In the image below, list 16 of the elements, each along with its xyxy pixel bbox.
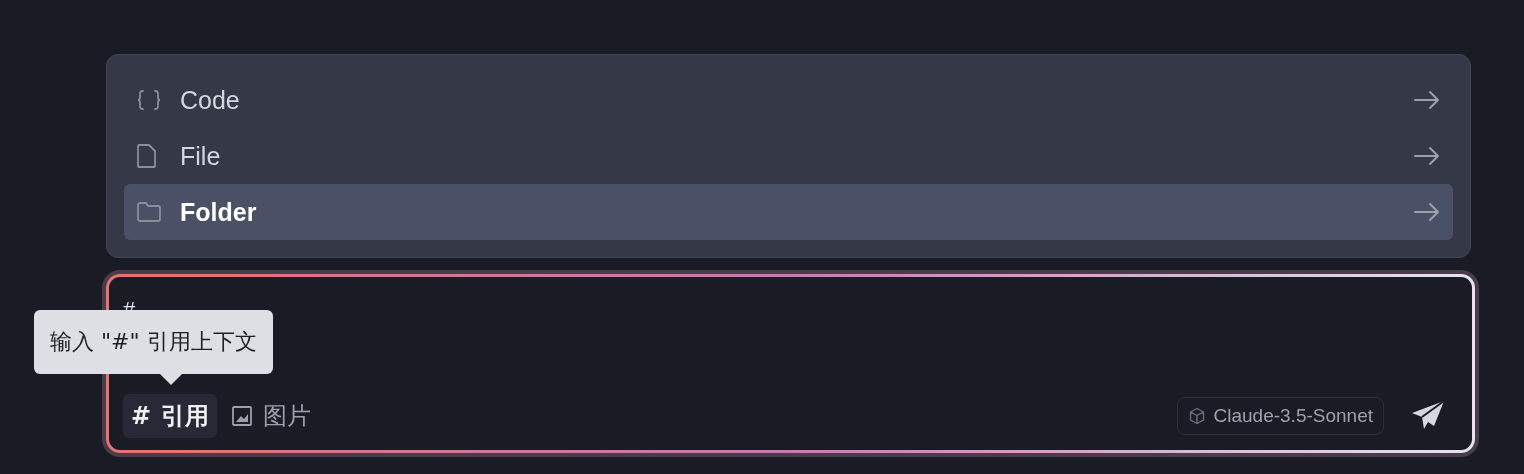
folder-icon bbox=[136, 201, 162, 223]
tooltip: 输入 "#" 引用上下文 bbox=[34, 310, 273, 374]
menu-item[interactable]: Code bbox=[124, 72, 1453, 128]
arrow-right-icon bbox=[1413, 146, 1441, 166]
menu-item[interactable]: File bbox=[124, 128, 1453, 184]
menu-item[interactable]: Folder bbox=[124, 184, 1453, 240]
cube-icon bbox=[1187, 407, 1206, 425]
arrow-right-icon bbox=[1413, 90, 1441, 110]
arrow-right-icon bbox=[1413, 202, 1441, 222]
braces-icon bbox=[136, 88, 162, 112]
file-icon bbox=[136, 143, 158, 169]
tooltip-pointer bbox=[160, 374, 182, 385]
image-button[interactable]: 图片 bbox=[223, 394, 320, 438]
image-icon bbox=[231, 405, 254, 427]
mention-button[interactable]: # 引用 bbox=[123, 394, 218, 438]
model-selector[interactable]: Claude-3.5-Sonnet bbox=[1176, 397, 1384, 435]
